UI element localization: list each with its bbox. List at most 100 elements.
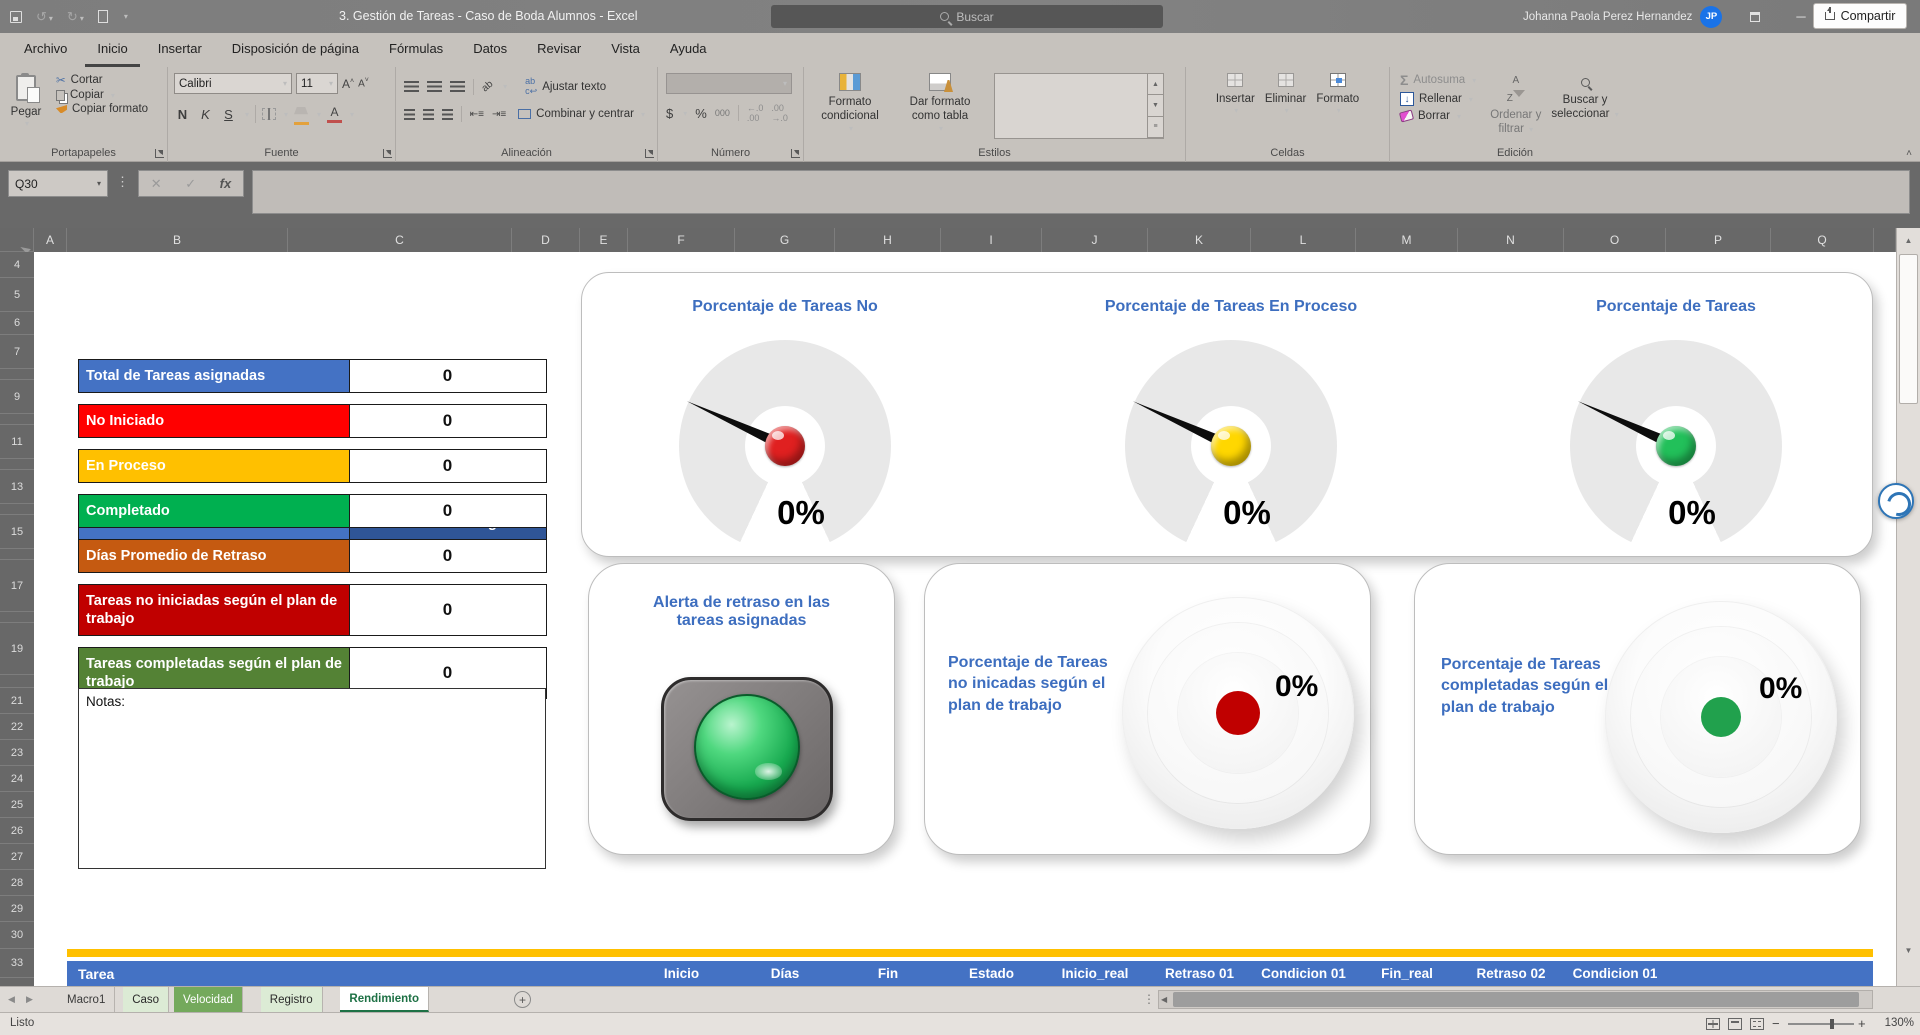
alert-light-button[interactable]	[661, 677, 833, 821]
sheet-tab-registro[interactable]: Registro	[261, 987, 323, 1012]
italic-button[interactable]: K	[197, 107, 214, 122]
row-header-30[interactable]: 30	[0, 922, 34, 949]
tab-scroll-left-icon[interactable]: ◀	[8, 987, 15, 1012]
bottom-col-header-estado[interactable]: Estado	[941, 961, 1042, 986]
redo-icon[interactable]: ↻▾	[67, 9, 84, 25]
clipboard-dialog-launcher-icon[interactable]	[155, 149, 164, 158]
align-right-icon[interactable]	[442, 109, 453, 120]
select-all-corner[interactable]	[0, 228, 34, 252]
row-header-22[interactable]: 22	[0, 714, 34, 740]
collab-row-label[interactable]: Días Promedio de Retraso	[78, 539, 350, 573]
floating-widget-icon[interactable]	[1878, 483, 1914, 519]
bottom-col-header-fin[interactable]: Fin	[835, 961, 941, 986]
row-header-13[interactable]: 13	[0, 470, 34, 504]
collab-row-value[interactable]: 0	[349, 539, 547, 573]
formula-input[interactable]	[252, 170, 1910, 214]
column-header-I[interactable]: I	[941, 228, 1042, 252]
bold-button[interactable]: N	[174, 107, 191, 122]
merge-center-button[interactable]: Combinar y centrar▾	[514, 107, 649, 121]
row-header-9[interactable]: 9	[0, 380, 34, 414]
collab-row-value[interactable]: 0	[349, 449, 547, 483]
gallery-up-icon[interactable]: ▲	[1148, 74, 1163, 95]
row-header-7[interactable]: 7	[0, 335, 34, 369]
alignment-dialog-launcher-icon[interactable]	[645, 149, 654, 158]
bottom-col-header-tarea[interactable]: Tarea	[67, 961, 288, 986]
orientation-icon[interactable]: ab	[480, 79, 496, 95]
row-header-14[interactable]	[0, 504, 34, 515]
increase-decimal-icon[interactable]: ←.0.00	[747, 103, 764, 123]
bottom-col-header-condicion-01[interactable]: Condicion 01	[1564, 961, 1666, 986]
zoom-slider-thumb[interactable]	[1830, 1019, 1834, 1029]
bottom-table-header-row[interactable]: TareaInicioDíasFinEstadoInicio_realRetra…	[67, 961, 1873, 986]
decrease-indent-icon[interactable]: ⇤≡	[470, 109, 484, 120]
collapse-ribbon-icon[interactable]: ˄	[1906, 148, 1912, 159]
bottom-col-header-fin-real[interactable]: Fin_real	[1356, 961, 1458, 986]
row-header-33[interactable]: 33	[0, 949, 34, 978]
row-header-19[interactable]: 19	[0, 623, 34, 675]
row-header-21[interactable]: 21	[0, 688, 34, 714]
menu-tab-archivo[interactable]: Archivo	[12, 34, 79, 67]
underline-button[interactable]: S	[220, 107, 237, 122]
collab-row-label[interactable]: No Iniciado	[78, 404, 350, 438]
hscroll-left-icon[interactable]: ◀	[1161, 995, 1167, 1004]
formula-bar-splitter[interactable]: ⋮	[116, 174, 129, 190]
grow-font-icon[interactable]: A˄	[342, 77, 354, 91]
save-icon[interactable]	[10, 11, 22, 23]
column-header-L[interactable]: L	[1251, 228, 1356, 252]
font-dialog-launcher-icon[interactable]	[383, 149, 392, 158]
row-header-4[interactable]: 4	[0, 252, 34, 278]
page-break-view-icon[interactable]	[1750, 1018, 1764, 1030]
row-header-29[interactable]: 29	[0, 896, 34, 922]
vertical-scrollbar[interactable]: ▲ ▼	[1896, 228, 1920, 986]
collab-row-label[interactable]: Tareas no iniciadas según el plan de tra…	[78, 584, 350, 636]
row-header-12[interactable]	[0, 459, 34, 470]
row-header-15[interactable]: 15	[0, 515, 34, 549]
column-header-G[interactable]: G	[735, 228, 835, 252]
row-header-18[interactable]	[0, 612, 34, 623]
avatar[interactable]: JP	[1700, 6, 1722, 28]
column-header-M[interactable]: M	[1356, 228, 1458, 252]
print-preview-icon[interactable]	[98, 10, 108, 23]
column-header-Q[interactable]: Q	[1771, 228, 1874, 252]
kpi-card-completed[interactable]: Porcentaje de Tareas completadas según e…	[1414, 563, 1861, 855]
undo-icon[interactable]: ↺▾	[36, 9, 53, 25]
row-header-20[interactable]	[0, 675, 34, 688]
menu-tab-datos[interactable]: Datos	[461, 34, 519, 67]
menu-tab-insertar[interactable]: Insertar	[146, 34, 214, 67]
vertical-scroll-thumb[interactable]	[1899, 254, 1918, 404]
collab-row-label[interactable]: En Proceso	[78, 449, 350, 483]
bottom-col-header-condicion-01[interactable]: Condicion 01	[1251, 961, 1356, 986]
menu-tab-ayuda[interactable]: Ayuda	[658, 34, 719, 67]
row-header-26[interactable]: 26	[0, 818, 34, 844]
align-middle-icon[interactable]	[427, 81, 442, 92]
format-painter-button[interactable]: Copiar formato	[52, 102, 152, 116]
row-header-6[interactable]: 6	[0, 312, 34, 335]
copy-button[interactable]: Copiar▾	[52, 88, 152, 102]
row-header-5[interactable]: 5	[0, 278, 34, 312]
column-header-A[interactable]: A	[34, 228, 67, 252]
comma-format-icon[interactable]: 000	[715, 108, 730, 118]
row-header-24[interactable]: 24	[0, 766, 34, 792]
number-dialog-launcher-icon[interactable]	[791, 149, 800, 158]
menu-tab-revisar[interactable]: Revisar	[525, 34, 593, 67]
horizontal-scroll-thumb[interactable]	[1173, 992, 1859, 1007]
normal-view-icon[interactable]	[1706, 1018, 1720, 1030]
qat-customize-icon[interactable]: ▾	[124, 12, 128, 21]
percent-format-icon[interactable]: %	[695, 106, 707, 121]
sheet-tab-macro1[interactable]: Macro1	[58, 987, 115, 1012]
zoom-out-icon[interactable]: −	[1772, 1016, 1780, 1031]
insert-function-icon[interactable]: fx	[220, 176, 232, 191]
column-header-J[interactable]: J	[1042, 228, 1148, 252]
column-header-K[interactable]: K	[1148, 228, 1251, 252]
row-header-8[interactable]	[0, 369, 34, 380]
autosum-button[interactable]: ΣAutosuma▾	[1396, 71, 1480, 89]
menu-tab-fórmulas[interactable]: Fórmulas	[377, 34, 455, 67]
decrease-decimal-icon[interactable]: .00→.0	[771, 103, 788, 123]
column-header-C[interactable]: C	[288, 228, 512, 252]
bottom-col-header-días[interactable]: Días	[735, 961, 835, 986]
name-box[interactable]: Q30▾	[8, 170, 108, 197]
align-left-icon[interactable]	[404, 109, 415, 120]
font-color-icon[interactable]: A	[327, 105, 342, 123]
alert-card[interactable]: Alerta de retraso en lastareas asignadas	[588, 563, 895, 855]
collab-row-label[interactable]: Completado	[78, 494, 350, 528]
